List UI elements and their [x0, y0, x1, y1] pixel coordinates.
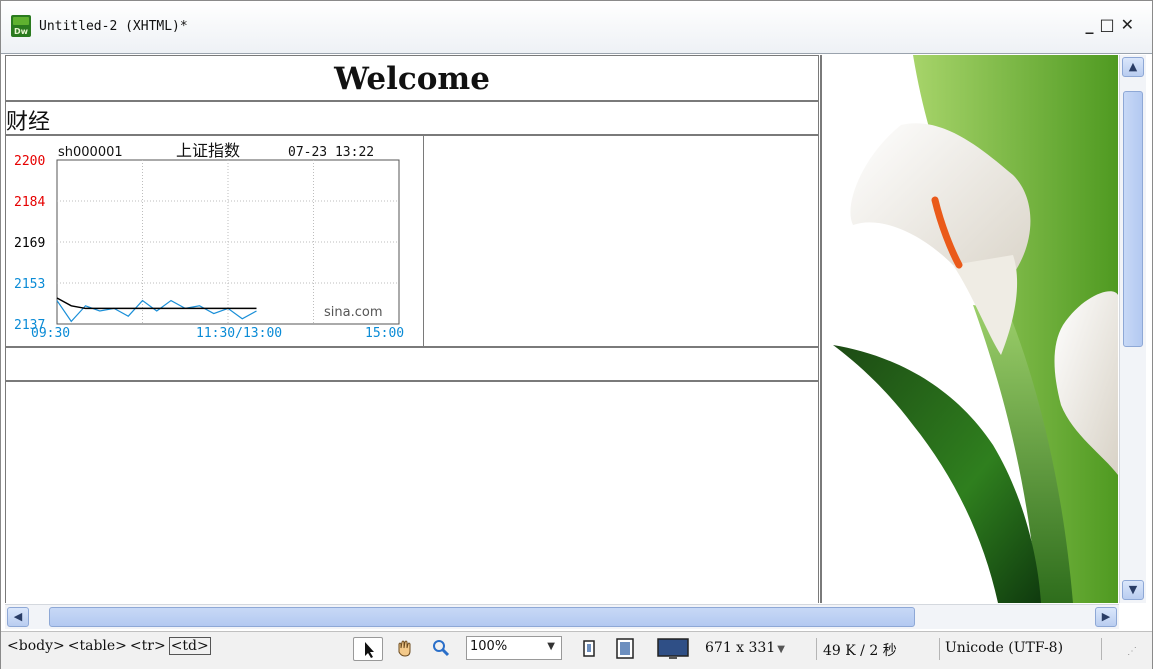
x-tick-label: 09:30	[31, 326, 70, 341]
pointer-icon	[365, 642, 374, 658]
window-size-small-button[interactable]	[579, 637, 601, 661]
x-tick-labels: 09:30 11:30/13:00 15:00	[31, 326, 404, 341]
encoding-label: Unicode (UTF-8)	[945, 640, 1064, 656]
table-cell-heading[interactable]: Welcome	[5, 55, 819, 101]
tag-td[interactable]: <td>	[168, 637, 211, 655]
horizontal-scrollbar[interactable]: ◀ ▶	[5, 604, 1119, 629]
select-tool-button[interactable]	[353, 637, 383, 661]
monitor-icon	[657, 638, 689, 659]
tag-selector: <body> <table> <tr> <td>	[7, 637, 214, 655]
scroll-left-button[interactable]: ◀	[7, 607, 29, 627]
tag-table[interactable]: <table>	[68, 638, 127, 654]
zoom-select[interactable]: 100% ▼	[466, 636, 562, 660]
minimize-button[interactable]: _	[1085, 15, 1099, 34]
cell-divider	[423, 136, 424, 346]
column-divider	[820, 55, 822, 603]
title-bar: Dw Untitled-2 (XHTML)* _□✕	[1, 1, 1152, 54]
window-size-medium-button[interactable]	[613, 637, 637, 661]
status-divider	[816, 638, 817, 660]
close-button[interactable]: ✕	[1121, 15, 1140, 34]
window-size-readout[interactable]: 671 x 331 ▼	[705, 640, 785, 656]
table-cell-empty-2[interactable]	[5, 381, 819, 603]
scroll-down-button[interactable]: ▼	[1122, 580, 1144, 600]
window-controls: _□✕	[1085, 15, 1140, 34]
vertical-scrollbar[interactable]: ▲ ▼	[1119, 55, 1146, 603]
zoom-tool-button[interactable]	[429, 637, 455, 661]
tag-body[interactable]: <body>	[7, 638, 65, 654]
y-tick-label: 2169	[14, 236, 45, 251]
y-tick-label: 2184	[14, 195, 45, 210]
document-window: Dw Untitled-2 (XHTML)* _□✕ Welcome 财经 sh…	[0, 0, 1153, 669]
stock-chart-svg: sh000001 上证指数 07-23 13:22 sina.com 2200 2…	[14, 141, 404, 341]
dreamweaver-icon: Dw	[11, 15, 31, 37]
calla-lily-illustration	[833, 55, 1118, 603]
resize-grip-icon[interactable]: ⋰	[1127, 646, 1137, 657]
tablet-screen-icon	[616, 638, 634, 659]
x-tick-label: 15:00	[365, 326, 404, 341]
stock-chart[interactable]: sh000001 上证指数 07-23 13:22 sina.com 2200 2…	[12, 140, 422, 344]
window-size-large-button[interactable]	[655, 637, 691, 661]
vertical-scroll-thumb[interactable]	[1123, 91, 1143, 347]
table-cell-chart[interactable]: sh000001 上证指数 07-23 13:22 sina.com 2200 2…	[5, 135, 819, 347]
table-cell-empty-1[interactable]	[5, 347, 819, 381]
window-size-chevron-icon: ▼	[777, 644, 785, 655]
y-tick-label: 2200	[14, 154, 45, 169]
table-cell-section[interactable]: 财经	[5, 101, 819, 135]
chart-watermark: sina.com	[324, 305, 383, 320]
tag-tr[interactable]: <tr>	[130, 638, 166, 654]
window-size-value: 671 x 331	[705, 640, 776, 656]
download-info: 49 K / 2 秒	[823, 643, 897, 659]
zoom-value: 100%	[470, 639, 508, 654]
document-title: Untitled-2 (XHTML)*	[39, 19, 188, 34]
chart-datetime: 07-23 13:22	[288, 145, 374, 160]
chart-symbol: sh000001	[58, 145, 123, 160]
x-tick-label: 11:30/13:00	[196, 326, 282, 341]
phone-screen-icon	[583, 640, 595, 657]
scroll-right-button[interactable]: ▶	[1095, 607, 1117, 627]
horizontal-scroll-thumb[interactable]	[49, 607, 915, 627]
status-divider	[1101, 638, 1102, 660]
magnifier-icon	[433, 640, 450, 657]
chart-index-name: 上证指数	[176, 141, 240, 160]
layout-table: Welcome 财经 sh000001 上证指数 07-23 13:22 sin…	[5, 55, 822, 603]
scroll-up-button[interactable]: ▲	[1122, 57, 1144, 77]
status-divider	[939, 638, 940, 660]
hand-icon	[398, 640, 411, 657]
y-tick-labels: 22002184216921532137	[14, 154, 45, 333]
section-label: 财经	[6, 110, 51, 135]
page-heading: Welcome	[334, 61, 490, 97]
calla-lily-image	[823, 55, 1118, 603]
status-bar: <body> <table> <tr> <td> 100% ▼ 671 x 331 ▼ …	[1, 631, 1152, 669]
hand-tool-button[interactable]	[391, 637, 421, 661]
maximize-button[interactable]: □	[1099, 15, 1120, 34]
chevron-down-icon: ▼	[547, 641, 555, 652]
y-tick-label: 2153	[14, 277, 45, 292]
design-view[interactable]: Welcome 财经 sh000001 上证指数 07-23 13:22 sin…	[5, 55, 1118, 603]
